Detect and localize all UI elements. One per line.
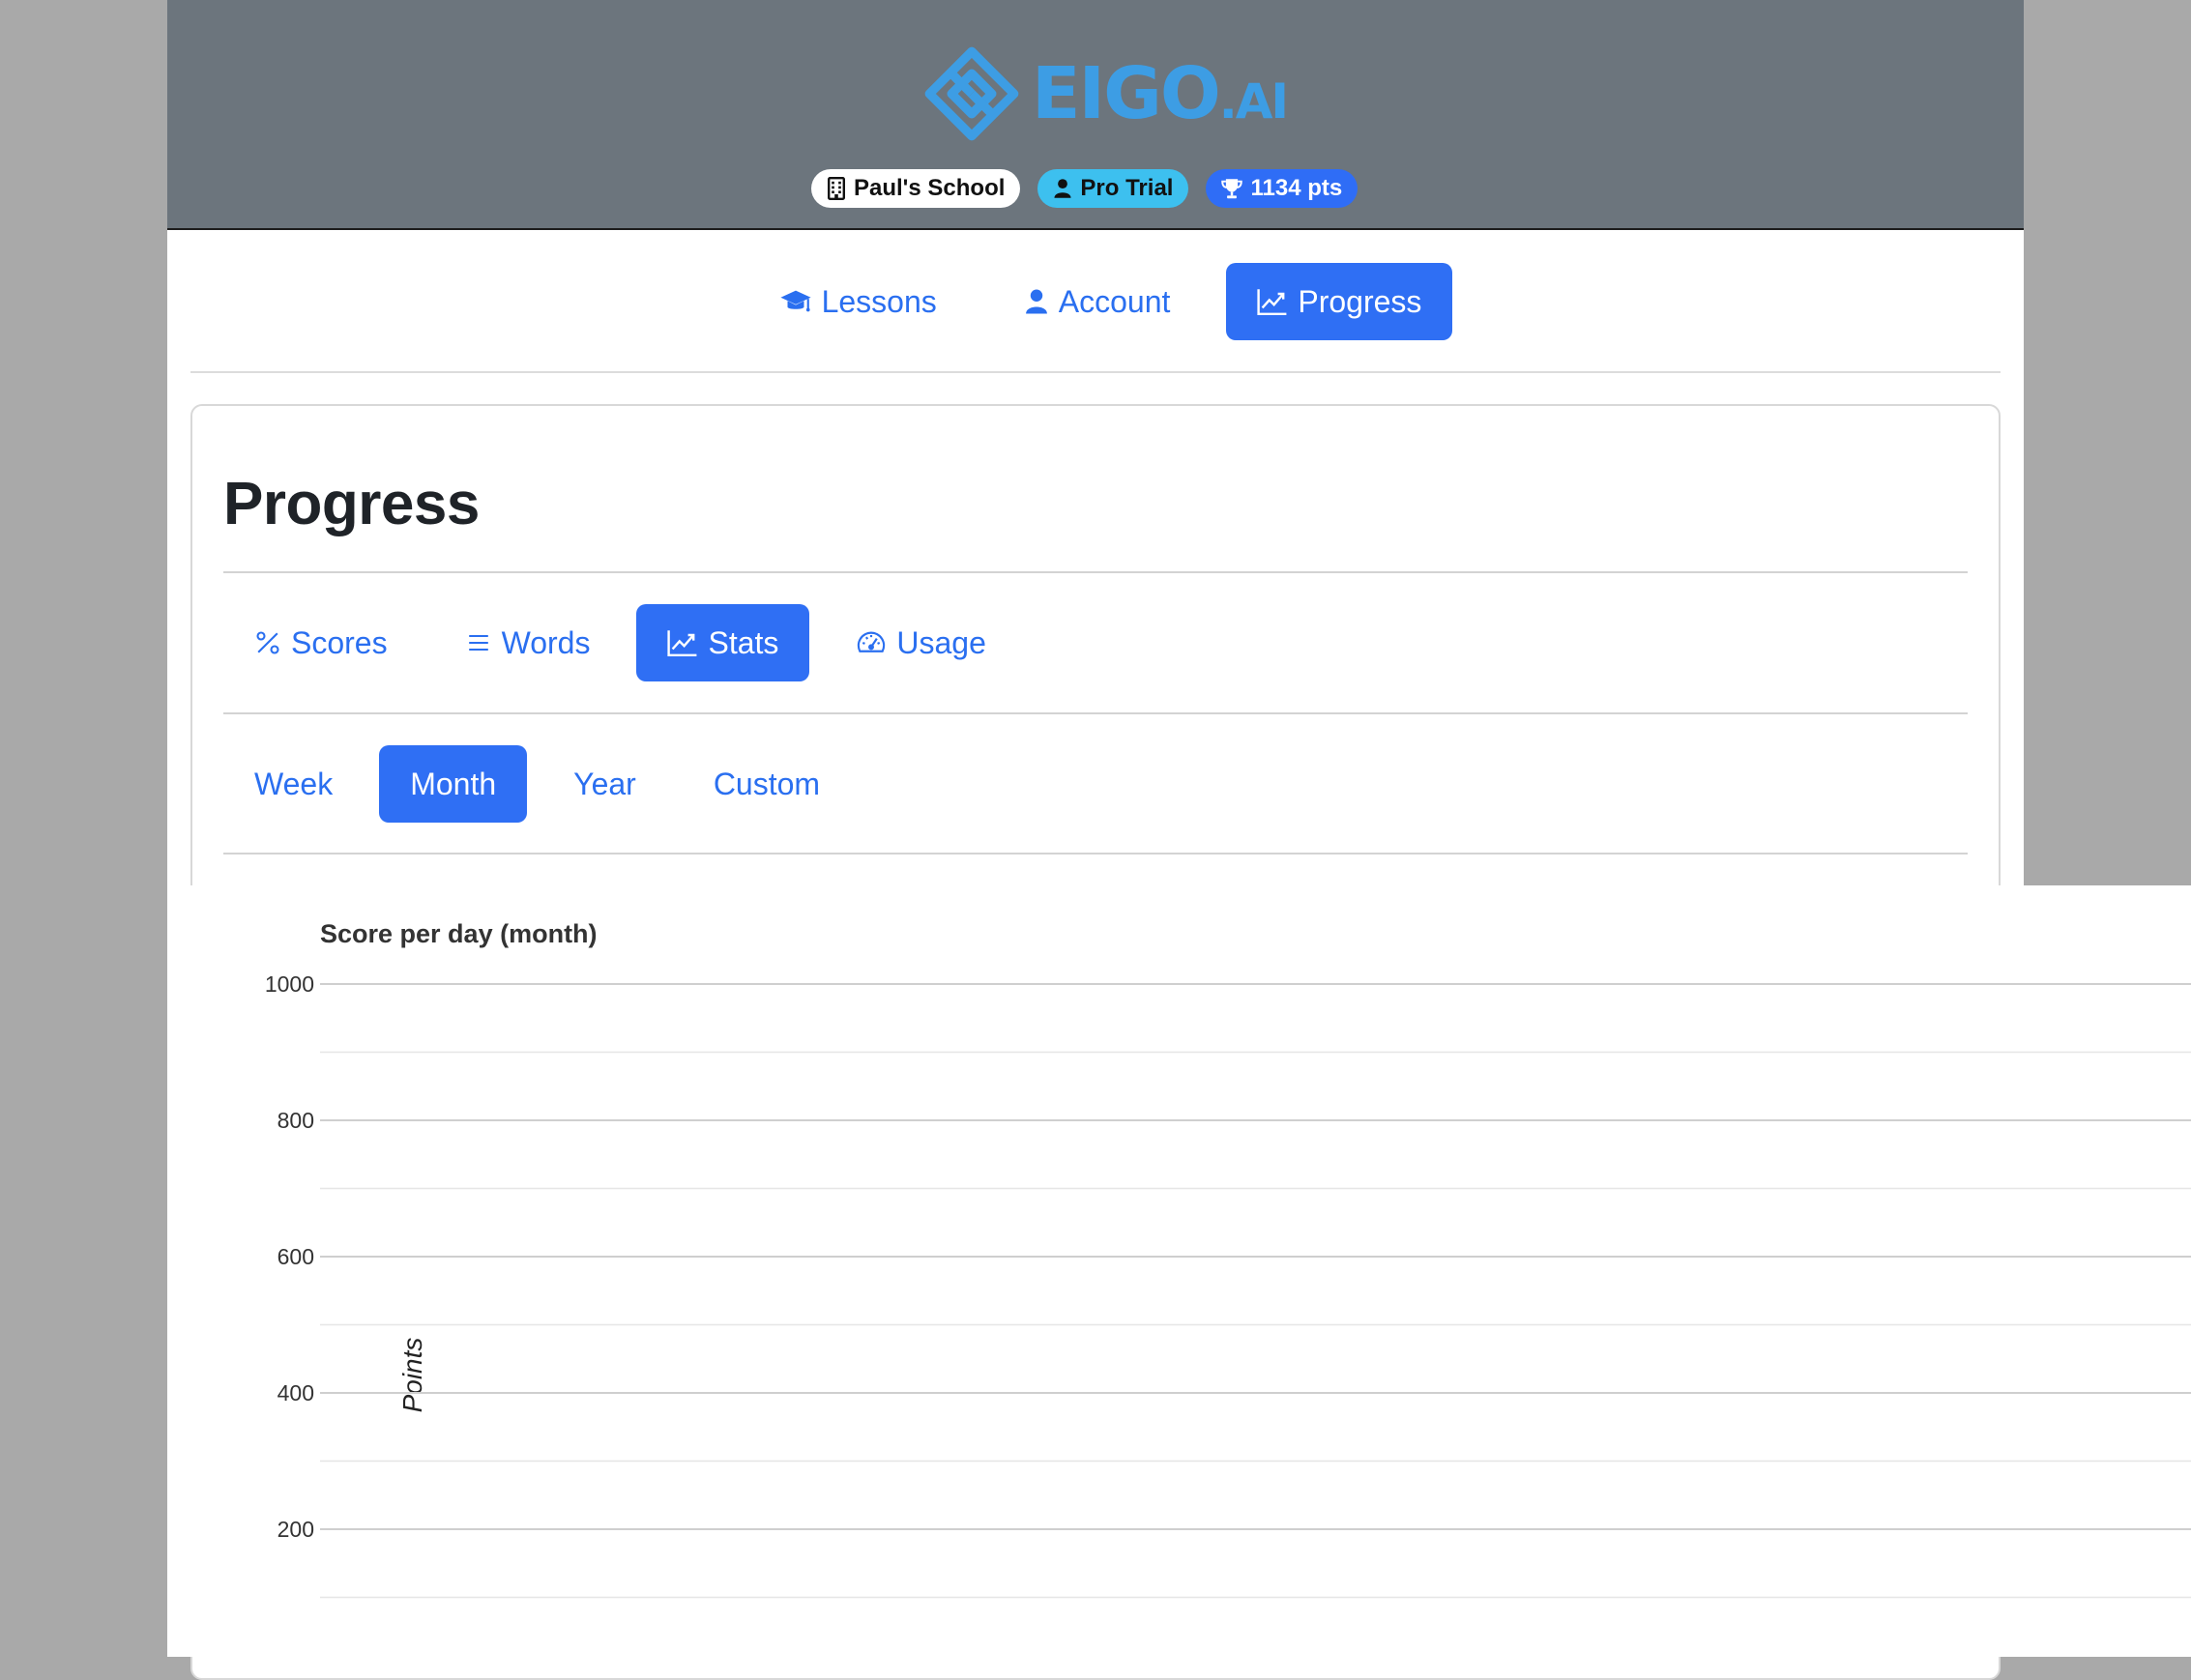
person-icon [1025, 289, 1047, 314]
chart-line-icon [667, 630, 697, 656]
y-tick-label: 1000 [265, 971, 314, 997]
points-badge[interactable]: 1134 pts [1206, 169, 1358, 208]
progress-tabs: Scores Words Stats Usage [223, 604, 1017, 681]
nav-progress-label: Progress [1298, 283, 1422, 319]
graduation-cap-icon [779, 290, 811, 312]
nav-account-label: Account [1058, 283, 1171, 319]
tab-usage[interactable]: Usage [825, 604, 1017, 681]
tab-words-label: Words [501, 624, 591, 660]
chart-title: Score per day (month) [320, 919, 598, 948]
nav-lessons-label: Lessons [821, 283, 937, 319]
eigo-logo-icon [924, 46, 1019, 141]
main-nav: Lessons Account Progress [167, 263, 2024, 340]
period-week-label: Week [254, 766, 334, 801]
period-week[interactable]: Week [223, 745, 364, 823]
building-icon [828, 177, 845, 200]
period-month-label: Month [410, 766, 497, 801]
nav-lessons[interactable]: Lessons [748, 263, 968, 340]
tab-usage-label: Usage [896, 624, 986, 660]
app-header: EIGO.AI Paul's School Pro Trial 1134 pts [167, 0, 2024, 230]
period-divider [223, 853, 1968, 854]
tabs-divider [223, 712, 1968, 714]
score-chart: Score per day (month) Points 1000 800 600 400… [167, 885, 2191, 1657]
speedometer-icon [858, 631, 886, 652]
plan-badge[interactable]: Pro Trial [1037, 169, 1189, 208]
chart-y-axis-label: Points [397, 1338, 427, 1413]
nav-progress[interactable]: Progress [1226, 263, 1453, 340]
period-tabs: Week Month Year Custom [223, 745, 851, 823]
period-custom[interactable]: Custom [683, 745, 851, 823]
period-custom-label: Custom [713, 766, 821, 801]
tab-scores-label: Scores [291, 624, 388, 660]
logo[interactable]: EIGO.AI [921, 41, 1289, 147]
logo-text: EIGO.AI [1032, 52, 1289, 135]
nav-divider [190, 371, 2001, 373]
person-icon [1054, 179, 1071, 198]
trophy-icon [1221, 179, 1243, 199]
title-divider [223, 571, 1968, 573]
school-badge-label: Paul's School [854, 175, 1006, 201]
y-tick-label: 600 [278, 1244, 314, 1269]
score-chart-svg: Score per day (month) Points 1000 800 600 400… [265, 919, 2191, 1657]
tab-scores[interactable]: Scores [223, 604, 419, 681]
period-year-label: Year [573, 766, 636, 801]
period-month[interactable]: Month [379, 745, 528, 823]
plan-badge-label: Pro Trial [1080, 175, 1174, 201]
header-badges: Paul's School Pro Trial 1134 pts [811, 168, 1358, 209]
list-icon [468, 634, 488, 652]
chart-line-icon [1257, 289, 1287, 315]
points-badge-label: 1134 pts [1250, 175, 1343, 201]
y-tick-label: 400 [278, 1380, 314, 1405]
y-tick-label: 800 [278, 1108, 314, 1133]
tab-stats-label: Stats [708, 624, 779, 660]
tab-stats[interactable]: Stats [636, 604, 810, 681]
period-year[interactable]: Year [542, 745, 667, 823]
nav-account[interactable]: Account [993, 263, 1202, 340]
percent-icon [256, 631, 279, 654]
school-badge[interactable]: Paul's School [811, 169, 1021, 208]
y-tick-label: 200 [278, 1517, 314, 1542]
y-tick-label: 0 [302, 1653, 314, 1657]
page-title: Progress [223, 471, 480, 537]
tab-words[interactable]: Words [434, 604, 622, 681]
